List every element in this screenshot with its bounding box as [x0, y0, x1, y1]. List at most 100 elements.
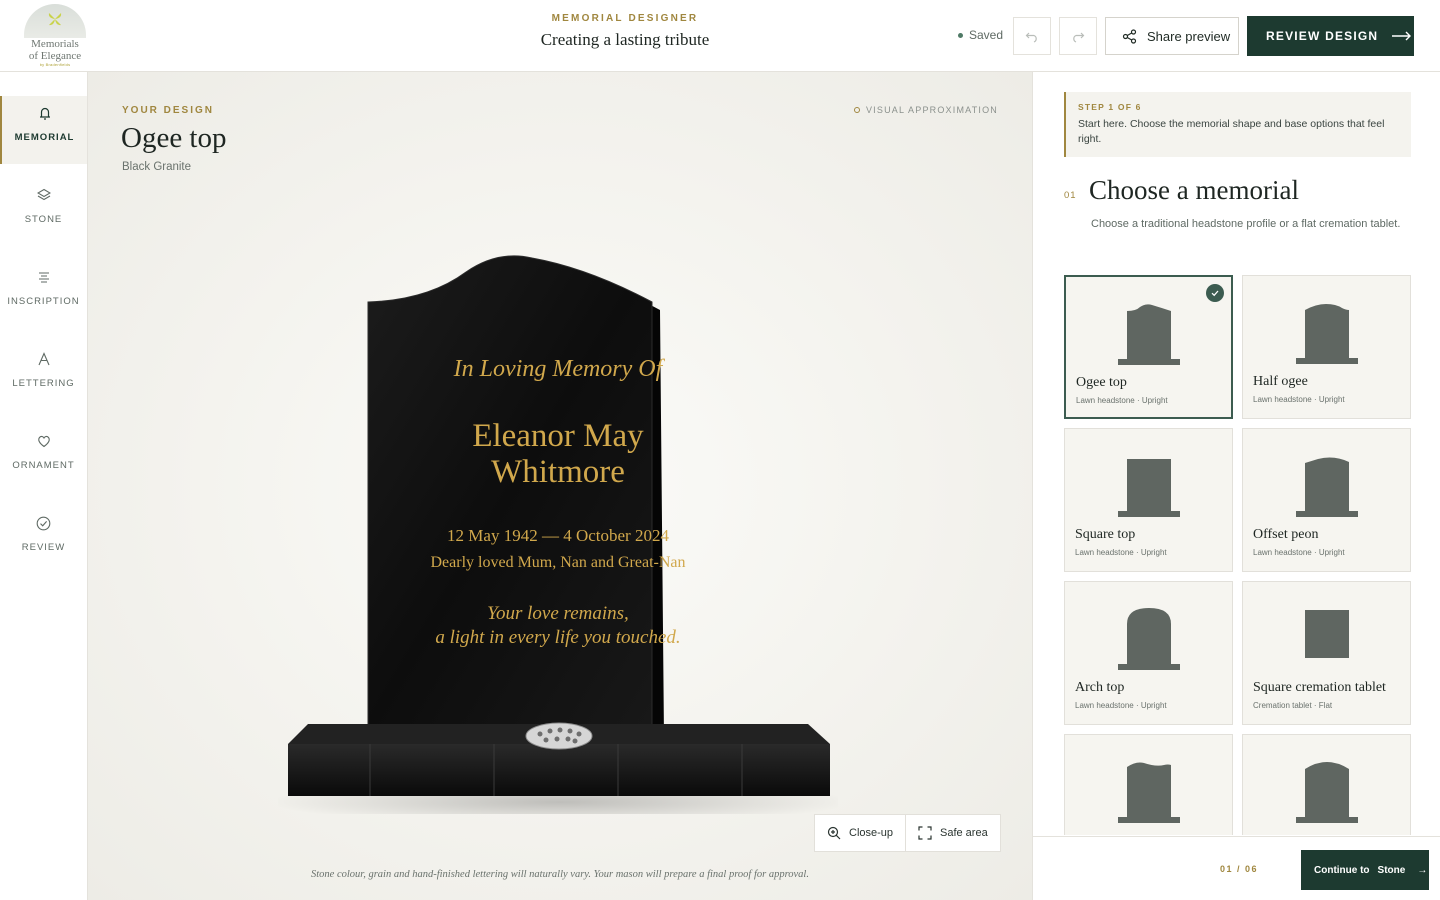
- base-front: [288, 744, 830, 796]
- option-sub: Lawn headstone · Upright: [1253, 395, 1345, 404]
- headstone-face: [367, 255, 653, 729]
- memorial-preview[interactable]: In Loving Memory Of Eleanor May Whitmore…: [278, 254, 838, 814]
- top-header: Memorials of Elegance by Bradenfields ME…: [0, 0, 1440, 72]
- nav-item-review[interactable]: REVIEW: [0, 506, 87, 574]
- option-sub: Cremation tablet · Flat: [1253, 701, 1333, 710]
- step-label: STEP 1 OF 6: [1078, 102, 1142, 112]
- ogee-shape-icon: [1117, 304, 1180, 365]
- header-title: Creating a lasting tribute: [540, 30, 710, 49]
- design-stone: Black Granite: [122, 161, 192, 173]
- nav-item-ornament[interactable]: ORNAMENT: [0, 424, 87, 492]
- nav-label-memorial: MEMORIAL: [14, 132, 75, 143]
- flower-vase: [525, 722, 593, 750]
- inscription-relation[interactable]: Dearly loved Mum, Nan and Great-Nan: [368, 554, 748, 572]
- option-card-half-ogee[interactable]: Half ogee Lawn headstone · Upright: [1242, 275, 1411, 419]
- design-name: Ogee top: [121, 122, 227, 154]
- wave-top-shape-icon: [1117, 762, 1180, 823]
- bell-icon: [39, 107, 50, 120]
- zoom-in-icon: [827, 826, 841, 840]
- option-name: Arch top: [1075, 680, 1125, 695]
- option-name: Offset peon: [1253, 527, 1319, 542]
- review-design-button[interactable]: REVIEW DESIGN: [1247, 16, 1414, 56]
- option-sub: Lawn headstone · Upright: [1253, 548, 1345, 557]
- section-description: Choose a traditional headstone profile o…: [1091, 218, 1401, 230]
- visual-approximation-label: VISUAL APPROXIMATION: [865, 105, 998, 115]
- nav-label-inscription: INSCRIPTION: [7, 296, 80, 307]
- arch-top-shape-icon: [1117, 608, 1180, 670]
- nav-label-lettering: LETTERING: [12, 378, 75, 389]
- logo-text-line2: of Elegance: [28, 50, 82, 62]
- step-callout: STEP 1 OF 6 Start here. Choose the memor…: [1064, 92, 1411, 157]
- logo-text-line3: by Bradenfields: [39, 62, 71, 67]
- text-lines-icon: [38, 272, 49, 283]
- layers-icon: [36, 188, 51, 201]
- section-number: 01: [1064, 190, 1077, 201]
- option-card-square-cremation-tablet[interactable]: Square cremation tablet Cremation tablet…: [1242, 581, 1411, 725]
- design-canvas: YOUR DESIGN Ogee top Black Granite VISUA…: [88, 72, 1032, 900]
- option-name: Ogee top: [1076, 375, 1127, 390]
- review-design-label: REVIEW DESIGN: [1266, 29, 1379, 43]
- heart-icon: [37, 435, 50, 448]
- redo-button[interactable]: [1059, 17, 1097, 55]
- inscription-name-line1: Eleanor May: [472, 418, 644, 454]
- inscription-name-line2: Whitmore: [491, 454, 625, 490]
- canvas-eyebrow: YOUR DESIGN: [122, 105, 215, 116]
- inscription-dates[interactable]: 12 May 1942 — 4 October 2024: [368, 526, 748, 546]
- inscription-verse[interactable]: Your love remains, a light in every life…: [368, 602, 748, 650]
- option-card-peak-top[interactable]: [1242, 734, 1411, 835]
- option-card-ogee-top[interactable]: Ogee top Lawn headstone · Upright: [1064, 275, 1233, 419]
- visual-approximation-note: VISUAL APPROXIMATION: [853, 105, 998, 115]
- half-ogee-shape-icon: [1295, 304, 1358, 364]
- header-center: MEMORIAL DESIGNER Creating a lasting tri…: [480, 13, 770, 50]
- nav-label-stone: STONE: [24, 214, 63, 225]
- option-card-arch-top[interactable]: Arch top Lawn headstone · Upright: [1064, 581, 1233, 725]
- option-name: Square top: [1075, 527, 1136, 542]
- option-sub: Lawn headstone · Upright: [1075, 701, 1167, 710]
- inscription-verse-line2: a light in every life you touched.: [435, 627, 681, 648]
- step-text: Start here. Choose the memorial shape an…: [1078, 118, 1385, 145]
- option-card-wave-top[interactable]: [1064, 734, 1233, 835]
- option-card-square-top[interactable]: Square top Lawn headstone · Upright: [1064, 428, 1233, 572]
- share-icon: [1122, 28, 1137, 44]
- nav-item-stone[interactable]: STONE: [0, 178, 87, 246]
- frame-corners-icon: [918, 826, 932, 840]
- flower-icon: [48, 13, 62, 26]
- arrow-right-icon: [1392, 31, 1412, 41]
- square-top-shape-icon: [1117, 459, 1180, 517]
- brand-logo[interactable]: Memorials of Elegance by Bradenfields: [22, 4, 88, 68]
- continue-target: Stone: [1377, 864, 1406, 876]
- inscription-verse-line1: Your love remains,: [487, 603, 629, 624]
- inscription-name[interactable]: Eleanor May Whitmore: [368, 418, 748, 490]
- saved-dot-icon: [958, 32, 963, 38]
- redo-icon: [1073, 32, 1085, 43]
- logo-text-line1: Memorials: [31, 38, 79, 50]
- nav-label-review: REVIEW: [21, 542, 66, 553]
- nav-item-memorial[interactable]: MEMORIAL: [0, 96, 87, 164]
- close-up-button[interactable]: Close-up: [814, 814, 907, 852]
- offset-peon-shape-icon: [1295, 457, 1358, 517]
- saved-label: Saved: [969, 28, 1004, 42]
- close-up-label: Close-up: [849, 827, 894, 839]
- peak-top-shape-icon: [1295, 762, 1358, 823]
- undo-button[interactable]: [1013, 17, 1051, 55]
- nav-item-lettering[interactable]: LETTERING: [0, 342, 87, 410]
- share-preview-button[interactable]: Share preview: [1105, 17, 1239, 55]
- option-sub: Lawn headstone · Upright: [1075, 548, 1167, 557]
- cremation-tablet-shape-icon: [1304, 610, 1349, 658]
- arrow-right-icon: →: [1417, 864, 1428, 876]
- safe-area-label: Safe area: [940, 827, 988, 839]
- option-card-offset-peon[interactable]: Offset peon Lawn headstone · Upright: [1242, 428, 1411, 572]
- option-name: Square cremation tablet: [1253, 680, 1386, 695]
- option-name: Half ogee: [1253, 374, 1308, 389]
- section-title: Choose a memorial: [1089, 175, 1299, 205]
- share-preview-label: Share preview: [1147, 28, 1231, 44]
- continue-button[interactable]: Continue to Stone →: [1301, 850, 1429, 890]
- panel-footer: 01 / 06 Continue to Stone →: [1033, 836, 1440, 900]
- step-pager: 01 / 06: [1220, 864, 1259, 874]
- nav-item-inscription[interactable]: INSCRIPTION: [0, 260, 87, 328]
- canvas-disclaimer: Stone colour, grain and hand-finished le…: [311, 869, 809, 880]
- safe-area-button[interactable]: Safe area: [905, 814, 1001, 852]
- option-sub: Lawn headstone · Upright: [1076, 396, 1168, 405]
- ring-icon: [853, 107, 860, 113]
- inscription-heading[interactable]: In Loving Memory Of: [368, 356, 748, 383]
